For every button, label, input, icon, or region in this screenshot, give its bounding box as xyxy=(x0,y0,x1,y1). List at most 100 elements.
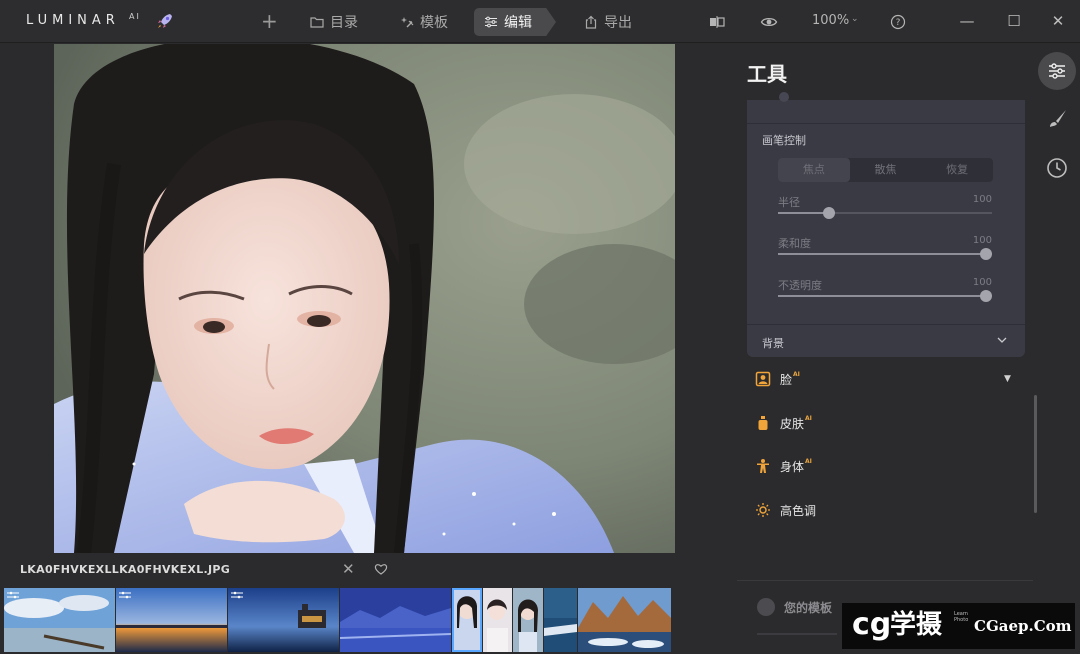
svg-text:?: ? xyxy=(896,18,901,28)
opacity-label: 不透明度 xyxy=(778,279,822,292)
tool-face[interactable]: 脸 AI xyxy=(755,369,800,389)
filmstrip-thumbnail[interactable] xyxy=(578,588,671,652)
tool-body[interactable]: 身体 AI xyxy=(755,456,812,476)
slider-knob[interactable] xyxy=(980,290,992,302)
portrait-icon xyxy=(755,371,771,387)
blue-mountains-image xyxy=(340,588,451,652)
zoom-level[interactable]: 100% xyxy=(812,13,849,28)
watermark-brand: 学摄 xyxy=(890,610,943,640)
filmstrip-thumbnail-selected[interactable] xyxy=(452,588,482,652)
watermark: cg 学摄 Learn Photo CGaep.Com xyxy=(842,603,1075,649)
ai-badge: AI xyxy=(793,370,800,378)
watermark-logo-icon: cg xyxy=(852,607,892,642)
tool-high-key[interactable]: 高色调 xyxy=(755,500,816,520)
divider xyxy=(757,633,837,635)
brush-icon xyxy=(1050,110,1066,127)
tab-edit[interactable]: 编辑 xyxy=(474,8,556,36)
panel-scrollbar[interactable] xyxy=(1034,395,1037,513)
help-icon[interactable]: ? xyxy=(889,13,907,31)
share-icon xyxy=(585,15,597,29)
history-tab-button[interactable] xyxy=(1038,149,1076,187)
sunset-lake-image xyxy=(116,588,227,652)
edited-badge-icon xyxy=(119,591,131,599)
filmstrip-thumbnail[interactable] xyxy=(4,588,115,652)
chevron-down-icon[interactable]: ⌄ xyxy=(851,14,859,24)
slider-knob[interactable] xyxy=(823,207,835,219)
tab-templates[interactable]: 模板 xyxy=(390,8,458,36)
panel-title: 工具 xyxy=(747,62,787,86)
divider xyxy=(747,123,1025,124)
opacity-value: 100 xyxy=(972,277,992,288)
background-section-label[interactable]: 背景 xyxy=(762,335,784,351)
minimize-button[interactable]: — xyxy=(958,12,976,30)
divider xyxy=(737,580,1033,581)
edited-badge-icon xyxy=(231,591,243,599)
portrait-image xyxy=(54,44,675,553)
tool-body-label: 身体 xyxy=(780,459,805,474)
portrait-girl-image xyxy=(452,588,482,652)
tool-skin-label: 皮肤 xyxy=(780,416,805,431)
sliders-icon xyxy=(1049,63,1065,79)
radius-label: 半径 xyxy=(778,196,800,209)
castle-night-image xyxy=(228,588,339,652)
divider xyxy=(747,324,1025,325)
sparkle-icon xyxy=(401,17,414,28)
filmstrip-thumbnail[interactable] xyxy=(544,588,577,652)
my-templates-section[interactable]: 您的模板 xyxy=(757,598,832,616)
close-window-button[interactable]: ✕ xyxy=(1049,12,1067,30)
filmstrip-thumbnail[interactable] xyxy=(483,588,512,652)
tool-skin[interactable]: 皮肤 AI xyxy=(755,413,812,433)
brush-control-card: 画笔控制 焦点 散焦 恢复 半径 100 柔和度 100 不透明度 100 背景 xyxy=(747,92,1025,357)
filmstrip-thumbnail[interactable] xyxy=(513,588,543,652)
photo-canvas[interactable] xyxy=(54,44,675,553)
add-photos-button[interactable]: + xyxy=(261,10,278,32)
maximize-button[interactable]: ☐ xyxy=(1005,12,1023,30)
radius-value: 100 xyxy=(972,194,992,205)
compare-icon[interactable] xyxy=(708,13,726,31)
template-toggle[interactable] xyxy=(757,598,775,616)
brush-tab-button[interactable] xyxy=(1038,100,1076,138)
tab-edit-label: 编辑 xyxy=(504,15,532,31)
tab-catalog-label: 目录 xyxy=(330,15,358,31)
app-logo: LUMINAR xyxy=(26,13,120,28)
reject-button[interactable]: ✕ xyxy=(342,560,355,578)
watermark-tagline: Learn Photo xyxy=(954,611,969,623)
tools-tab-button[interactable] xyxy=(1038,52,1076,90)
tool-face-label: 脸 xyxy=(780,372,793,387)
tab-export[interactable]: 导出 xyxy=(574,8,642,36)
slider-knob[interactable] xyxy=(980,248,992,260)
ai-badge: AI xyxy=(805,457,812,465)
edited-badge-icon xyxy=(7,591,19,599)
clock-icon xyxy=(1047,158,1067,178)
bottle-icon xyxy=(758,416,768,430)
rocket-icon[interactable] xyxy=(155,11,175,31)
softness-label: 柔和度 xyxy=(778,237,811,250)
brush-mode-restore[interactable]: 恢复 xyxy=(921,158,993,182)
heart-icon[interactable] xyxy=(374,562,388,576)
filmstrip-thumbnail[interactable] xyxy=(340,588,451,652)
sliders-icon xyxy=(485,16,497,28)
winter-river-image xyxy=(544,588,577,652)
snowy-cliffs-image xyxy=(578,588,671,652)
photo-filename: LKA0FHVKEXLLKA0FHVKEXL.JPG xyxy=(20,563,231,576)
tab-templates-label: 模板 xyxy=(420,15,448,31)
tool-high-key-label: 高色调 xyxy=(780,503,817,518)
portrait-girl-2-image xyxy=(483,588,512,652)
brush-mode-defocus[interactable]: 散焦 xyxy=(850,158,922,182)
filmstrip-thumbnail[interactable] xyxy=(228,588,339,652)
pier-sky-image xyxy=(4,588,115,652)
caret-down-icon[interactable]: ▼ xyxy=(1004,374,1011,384)
brush-mode-selector: 焦点 散焦 恢复 xyxy=(778,158,993,182)
filmstrip xyxy=(4,588,674,652)
softness-value: 100 xyxy=(972,235,992,246)
eye-icon[interactable] xyxy=(760,13,778,31)
chevron-down-icon[interactable] xyxy=(997,336,1007,344)
toggle-dot[interactable] xyxy=(779,92,789,102)
slider-fill xyxy=(778,295,986,297)
slider-fill xyxy=(778,212,829,214)
portrait-girl-3-image xyxy=(513,588,543,652)
tab-export-label: 导出 xyxy=(604,15,632,31)
tab-catalog[interactable]: 目录 xyxy=(300,8,368,36)
filmstrip-thumbnail[interactable] xyxy=(116,588,227,652)
brush-mode-focus[interactable]: 焦点 xyxy=(778,158,850,182)
